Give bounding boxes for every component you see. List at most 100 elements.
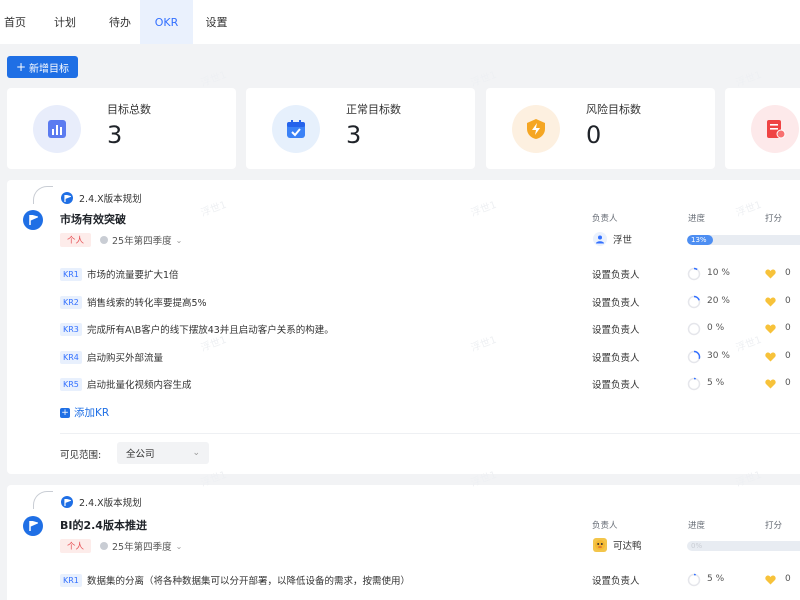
stat-value: 0 <box>586 121 602 149</box>
heart-score-icon <box>765 269 776 279</box>
set-owner-link[interactable]: 设置负责人 <box>592 377 640 391</box>
progress-fill: 13% <box>687 235 713 245</box>
heart-score-icon <box>765 297 776 307</box>
clock-icon <box>100 542 108 550</box>
tab-settings[interactable]: 设置 <box>193 0 240 44</box>
tab-todo[interactable]: 待办 <box>100 0 140 44</box>
heart-score-icon <box>765 324 776 334</box>
owner-name: 可达鸭 <box>613 541 642 552</box>
objective-flag-icon <box>23 210 43 230</box>
score-column-header: 打分 <box>765 214 783 224</box>
bar-chart-icon <box>33 105 81 153</box>
set-owner-link[interactable]: 设置负责人 <box>592 322 640 336</box>
flag-icon <box>61 496 73 508</box>
version-label[interactable]: 2.4.X版本规划 <box>79 191 142 205</box>
okr-page: 首页 计划 待办 OKR 设置 + 新增目标 目标总数 3 正常目标数 3 风险… <box>0 0 800 600</box>
stat-label: 正常目标数 <box>346 103 401 116</box>
objective-title[interactable]: 市场有效突破 <box>60 211 126 227</box>
objective-progress-bar: 13% <box>687 235 800 245</box>
connector-line <box>33 186 53 204</box>
kr-text[interactable]: 市场的流量要扩大1倍 <box>87 267 179 281</box>
kr-score[interactable]: 0 <box>785 378 791 388</box>
plus-icon: + <box>15 60 27 74</box>
progress-ring-icon <box>687 350 701 364</box>
objective-owner[interactable]: 浮世 <box>593 232 632 246</box>
set-owner-link[interactable]: 设置负责人 <box>592 350 640 364</box>
kr-row[interactable]: KR3 完成所有A\B客户的线下摆放43并且启动客户关系的构建。 设置负责人 0… <box>7 320 800 340</box>
set-owner-link[interactable]: 设置负责人 <box>592 267 640 281</box>
objective-flag-icon <box>23 516 43 536</box>
kr-progress-text: 0 % <box>707 323 725 333</box>
kr-row[interactable]: KR1 市场的流量要扩大1倍 设置负责人 10 % 0 <box>7 265 800 285</box>
quarter-selector[interactable]: 25年第四季度 ⌄ <box>100 233 182 247</box>
progress-column-header: 进度 <box>688 214 706 224</box>
kr-row[interactable]: KR4 启动购买外部流量 设置负责人 30 % 0 <box>7 348 800 368</box>
progress-column-header: 进度 <box>688 521 706 531</box>
stat-card-risk: 风险目标数 0 <box>486 88 715 169</box>
heart-score-icon <box>765 352 776 362</box>
kr-text[interactable]: 数据集的分离（将各种数据集可以分开部署，以降低设备的需求，按需使用） <box>87 573 410 587</box>
kr-row[interactable]: KR1 数据集的分离（将各种数据集可以分开部署，以降低设备的需求，按需使用） 设… <box>7 571 800 591</box>
add-objective-button[interactable]: + 新增目标 <box>7 56 78 78</box>
owner-column-header: 负责人 <box>592 214 618 224</box>
kr-progress-text: 30 % <box>707 351 730 361</box>
chevron-down-icon: ⌄ <box>192 448 200 458</box>
kr-row[interactable]: KR5 启动批量化视频内容生成 设置负责人 5 % 0 <box>7 375 800 395</box>
stat-card-normal: 正常目标数 3 <box>246 88 475 169</box>
lightning-shield-icon <box>512 105 560 153</box>
kr-badge: KR1 <box>60 574 82 587</box>
connector-line <box>33 491 53 509</box>
heart-score-icon <box>765 575 776 585</box>
quarter-label: 25年第四季度 <box>112 542 172 553</box>
set-owner-link[interactable]: 设置负责人 <box>592 573 640 587</box>
score-column-header: 打分 <box>765 521 783 531</box>
watermark: 浮世1 <box>469 69 499 90</box>
personal-tag: 个人 <box>60 233 92 247</box>
kr-progress-text: 10 % <box>707 268 730 278</box>
objective-title[interactable]: BI的2.4版本推进 <box>60 517 147 533</box>
kr-score[interactable]: 0 <box>785 268 791 278</box>
calendar-check-icon <box>272 105 320 153</box>
version-label[interactable]: 2.4.X版本规划 <box>79 495 142 509</box>
owner-name: 浮世 <box>613 235 633 246</box>
kr-text[interactable]: 销售线索的转化率要提高5% <box>87 295 207 309</box>
quarter-selector[interactable]: 25年第四季度 ⌄ <box>100 539 182 553</box>
kr-text[interactable]: 启动批量化视频内容生成 <box>87 377 192 391</box>
watermark: 浮世1 <box>734 69 764 90</box>
stat-label: 风险目标数 <box>586 103 641 116</box>
progress-ring-icon <box>687 295 701 309</box>
visibility-select[interactable]: 全公司 ⌄ <box>117 442 209 464</box>
kr-badge: KR3 <box>60 323 82 336</box>
objective-progress-bar: 0% <box>687 541 800 551</box>
kr-score[interactable]: 0 <box>785 296 791 306</box>
add-kr-button[interactable]: + 添加KR <box>60 405 109 420</box>
kr-progress-text: 5 % <box>707 378 725 388</box>
kr-badge: KR2 <box>60 296 82 309</box>
progress-ring-icon <box>687 267 701 281</box>
objective-owner[interactable]: 可达鸭 <box>593 538 642 552</box>
progress-ring-icon <box>687 377 701 391</box>
set-owner-link[interactable]: 设置负责人 <box>592 295 640 309</box>
add-kr-label: 添加KR <box>74 407 110 419</box>
tab-home[interactable]: 首页 <box>0 0 30 44</box>
kr-text[interactable]: 完成所有A\B客户的线下摆放43并且启动客户关系的构建。 <box>87 322 334 336</box>
owner-column-header: 负责人 <box>592 521 618 531</box>
objective-card: 2.4.X版本规划 市场有效突破 个人 25年第四季度 ⌄ 负责人 进度 打分 … <box>7 180 800 474</box>
kr-score[interactable]: 0 <box>785 351 791 361</box>
kr-score[interactable]: 0 <box>785 574 791 584</box>
chevron-down-icon: ⌄ <box>175 235 183 245</box>
kr-row[interactable]: KR2 销售线索的转化率要提高5% 设置负责人 20 % 0 <box>7 293 800 313</box>
stat-value: 3 <box>107 121 123 149</box>
kr-progress-text: 20 % <box>707 296 730 306</box>
objective-card: 2.4.X版本规划 BI的2.4版本推进 个人 25年第四季度 ⌄ 负责人 进度… <box>7 485 800 600</box>
divider <box>60 433 800 434</box>
tab-bar: 首页 计划 待办 OKR 设置 <box>0 0 800 44</box>
tab-okr[interactable]: OKR <box>140 0 193 44</box>
tab-plan[interactable]: 计划 <box>30 0 100 44</box>
progress-fill: 0% <box>691 542 703 550</box>
kr-score[interactable]: 0 <box>785 323 791 333</box>
stat-card-total: 目标总数 3 <box>7 88 236 169</box>
kr-text[interactable]: 启动购买外部流量 <box>87 350 163 364</box>
document-alert-icon <box>751 105 799 153</box>
visibility-value: 全公司 <box>126 449 155 460</box>
